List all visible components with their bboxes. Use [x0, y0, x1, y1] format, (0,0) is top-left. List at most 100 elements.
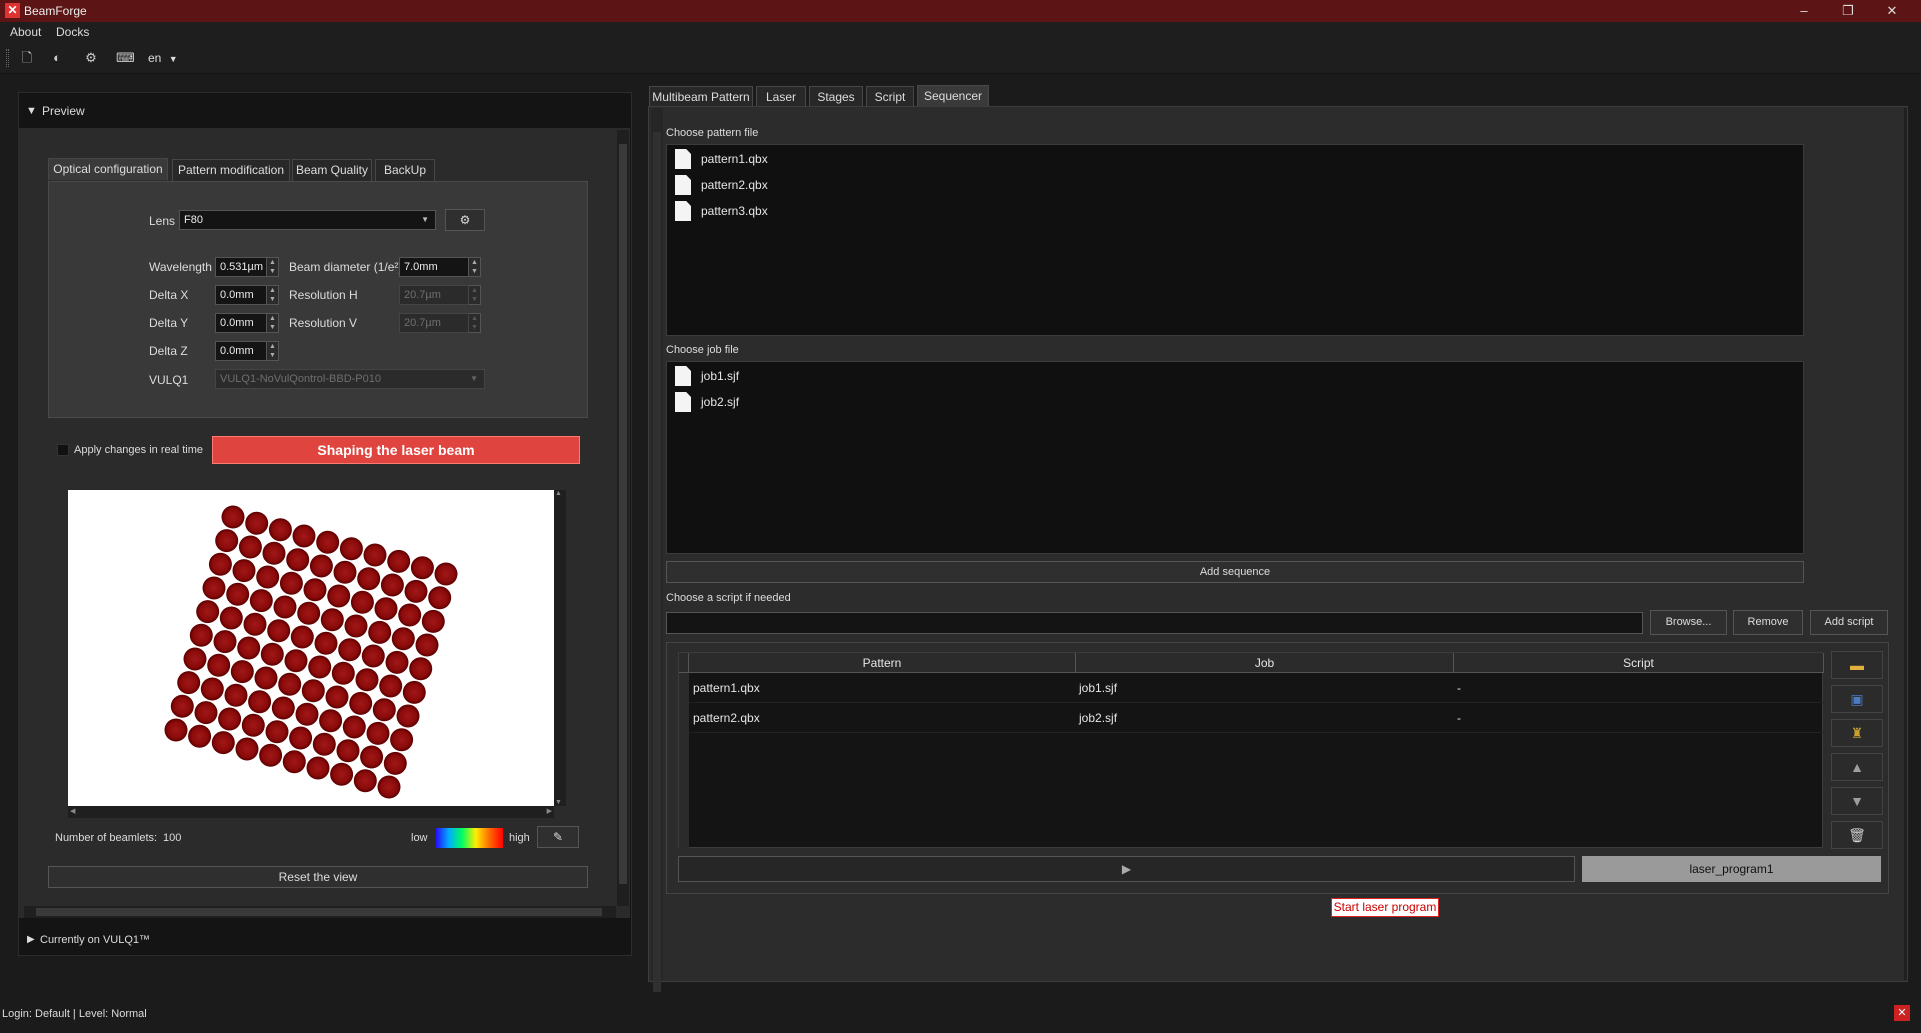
theme-contrast-icon[interactable]: ◐ — [48, 50, 66, 66]
open-folder-button[interactable]: ▬ — [1831, 651, 1883, 679]
gear-icon: ⚙ — [459, 213, 471, 227]
language-selector[interactable]: en ▼ — [148, 51, 178, 65]
beamlet-spot — [265, 720, 289, 744]
delta-y-input[interactable]: 0.0mm — [215, 313, 267, 333]
wavelength-label: Wavelength — [149, 260, 212, 274]
table-row[interactable]: 1 pattern1.qbx job1.sjf - — [679, 673, 1824, 703]
expand-triangle-icon[interactable]: ▶ — [27, 934, 35, 945]
add-script-button[interactable]: Add script — [1810, 610, 1888, 635]
currently-on-label[interactable]: Currently on VULQ1™ — [40, 934, 150, 946]
script-path-input[interactable] — [666, 612, 1643, 634]
lens-select[interactable]: F80 ▼ — [179, 210, 436, 230]
job-file-label: job1.sjf — [701, 369, 740, 383]
canvas-horizontal-scrollbar[interactable]: ◀ ▶ — [68, 806, 554, 818]
beamlet-spot — [254, 666, 278, 690]
preview-hscroll-thumb[interactable] — [36, 908, 602, 916]
sequence-table[interactable]: Pattern Job Script 1 pattern1.qbx job1.s… — [678, 652, 1824, 849]
add-sequence-button[interactable]: Add sequence — [666, 561, 1804, 583]
beam-diameter-input[interactable]: 7.0mm — [399, 257, 469, 277]
remove-button[interactable]: Remove — [1733, 610, 1803, 635]
delta-z-spin-icon[interactable]: ▲ ▼ — [267, 341, 279, 361]
preview-section-label[interactable]: Preview — [42, 104, 85, 118]
collapse-triangle-icon[interactable]: ▼ — [26, 105, 37, 117]
wavelength-input[interactable]: 0.531µm — [215, 257, 267, 277]
list-item[interactable]: pattern3.qbx — [675, 201, 768, 227]
colormap-edit-button[interactable]: ✎ — [537, 826, 579, 848]
delta-z-input[interactable]: 0.0mm — [215, 341, 267, 361]
right-vertical-scrollbar[interactable] — [651, 108, 663, 992]
beamlet-spot — [226, 582, 250, 606]
restore-button[interactable]: ❐ — [1826, 0, 1870, 22]
beamlet-spot — [366, 721, 390, 745]
beamlet-spot — [243, 612, 267, 636]
lens-value: F80 — [184, 214, 203, 226]
beamlet-spot — [316, 530, 340, 554]
script-column-header[interactable]: Script — [1454, 653, 1824, 673]
beamlet-spot — [249, 589, 273, 613]
tab-beam-quality[interactable]: Beam Quality — [292, 159, 372, 181]
chevron-down-icon: ▼ — [421, 215, 429, 224]
scroll-up-icon[interactable]: ▲ — [555, 490, 562, 497]
pattern-column-header[interactable]: Pattern — [689, 653, 1076, 673]
beamlet-preview-canvas[interactable] — [68, 490, 554, 806]
minimize-button[interactable]: – — [1782, 0, 1826, 22]
beamlet-spot — [282, 750, 306, 774]
settings-gears-icon[interactable]: ⚙ — [82, 50, 100, 66]
pattern-file-list[interactable]: pattern1.qbx pattern2.qbx pattern3.qbx — [666, 144, 1804, 336]
menu-docks[interactable]: Docks — [56, 25, 89, 39]
move-up-button[interactable]: ▲ — [1831, 753, 1883, 781]
browse-button[interactable]: Browse... — [1650, 610, 1727, 635]
tab-laser[interactable]: Laser — [756, 86, 806, 108]
shape-laser-beam-button[interactable]: Shaping the laser beam — [212, 436, 580, 464]
scroll-left-icon[interactable]: ◀ — [70, 807, 75, 815]
tab-stages[interactable]: Stages — [809, 86, 863, 108]
lens-settings-button[interactable]: ⚙ — [445, 209, 485, 231]
tab-optical-configuration[interactable]: Optical configuration — [48, 158, 168, 180]
delete-button[interactable]: 🗑 — [1831, 821, 1883, 849]
beamlet-spot — [398, 603, 422, 627]
new-file-icon[interactable]: 🗋 — [18, 50, 36, 66]
reset-view-button[interactable]: Reset the view — [48, 866, 588, 888]
apply-realtime-checkbox[interactable] — [57, 444, 69, 456]
toolbar-grip-icon[interactable] — [6, 49, 9, 67]
error-close-icon[interactable]: ✕ — [1894, 1005, 1910, 1021]
tab-sequencer[interactable]: Sequencer — [917, 85, 989, 108]
job-column-header[interactable]: Job — [1076, 653, 1454, 673]
beamlet-spot — [290, 625, 314, 649]
list-item[interactable]: pattern2.qbx — [675, 175, 768, 201]
wavelength-spin-icon[interactable]: ▲ ▼ — [267, 257, 279, 277]
beamlet-spot — [248, 690, 272, 714]
right-vscroll-thumb[interactable] — [653, 132, 661, 992]
beamlet-spot — [267, 619, 291, 643]
delta-y-spin-icon[interactable]: ▲ ▼ — [267, 313, 279, 333]
preview-vscroll-thumb[interactable] — [619, 144, 627, 884]
scroll-down-icon[interactable]: ▼ — [555, 799, 562, 806]
delta-x-spin-icon[interactable]: ▲ ▼ — [267, 285, 279, 305]
pattern-file-label: pattern3.qbx — [701, 204, 768, 218]
list-item[interactable]: pattern1.qbx — [675, 149, 768, 175]
list-item[interactable]: job1.sjf — [675, 366, 739, 392]
save-button[interactable]: ▣ — [1831, 685, 1883, 713]
tab-multibeam-pattern[interactable]: Multibeam Pattern — [649, 86, 753, 108]
move-down-button[interactable]: ▼ — [1831, 787, 1883, 815]
program-name-field[interactable]: laser_program1 — [1582, 856, 1881, 882]
job-file-list[interactable]: job1.sjf job2.sjf — [666, 361, 1804, 554]
vulq-value: VULQ1-NoVulQontrol-BBD-P010 — [220, 373, 381, 385]
clear-button[interactable]: ♜ — [1831, 719, 1883, 747]
list-item[interactable]: job2.sjf — [675, 392, 739, 418]
table-row[interactable]: 2 pattern2.qbx job2.sjf - — [679, 703, 1824, 733]
tab-script[interactable]: Script — [866, 86, 914, 108]
scroll-right-icon[interactable]: ▶ — [547, 807, 552, 815]
play-icon: ▶ — [1121, 862, 1132, 876]
delta-x-input[interactable]: 0.0mm — [215, 285, 267, 305]
canvas-vertical-scrollbar[interactable]: ▲ ▼ — [554, 490, 566, 806]
right-panel-edge — [1904, 108, 1907, 980]
start-program-button[interactable]: ▶ — [678, 856, 1575, 882]
beamlet-spot — [292, 524, 316, 548]
beam-diameter-spin-icon[interactable]: ▲ ▼ — [469, 257, 481, 277]
keyboard-icon[interactable]: ⌨ — [116, 50, 135, 66]
tab-pattern-modification[interactable]: Pattern modification — [172, 159, 290, 181]
tab-backup[interactable]: BackUp — [375, 159, 435, 181]
menu-about[interactable]: About — [10, 25, 41, 39]
close-button[interactable]: ✕ — [1870, 0, 1914, 22]
